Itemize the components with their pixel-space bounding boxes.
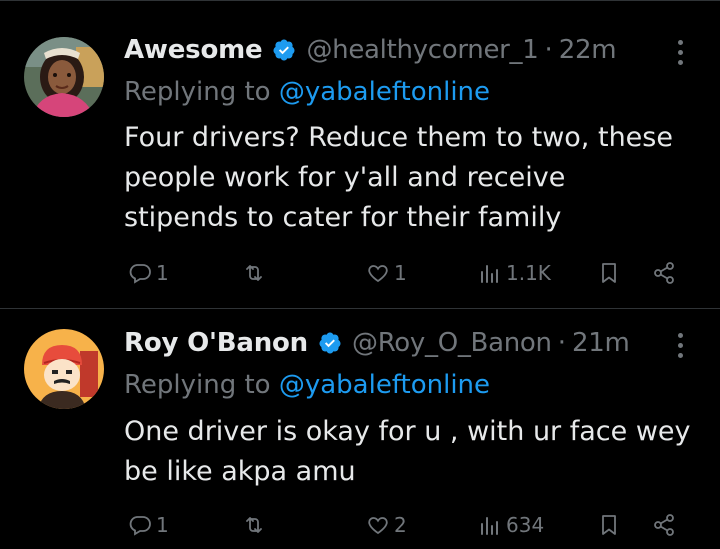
mention-link[interactable]: @yabaleftonline (279, 370, 490, 400)
views-icon (481, 517, 498, 535)
action-bar: 1 2 634 (124, 507, 720, 543)
views-button[interactable]: 1.1K (478, 255, 551, 291)
reply-button[interactable]: 1 (128, 507, 169, 543)
reply-count: 1 (156, 261, 169, 285)
more-icon[interactable] (676, 40, 684, 65)
retweet-button[interactable] (242, 507, 266, 543)
views-icon (481, 265, 498, 283)
mention-link[interactable]: @yabaleftonline (279, 77, 490, 107)
reply-icon (129, 264, 151, 284)
like-button[interactable]: 1 (366, 255, 407, 291)
retweet-icon (246, 265, 262, 281)
reply-tweet[interactable]: Roy O'Banon @Roy_O_Banon · 21m Replying … (0, 309, 720, 549)
action-bar: 1 1 1.1K (124, 255, 720, 291)
tweet-text-line: Four drivers? Reduce them to two, these (124, 122, 673, 153)
user-handle[interactable]: @Roy_O_Banon (352, 328, 552, 358)
reply-count: 1 (156, 513, 169, 537)
like-count: 2 (394, 513, 407, 537)
replying-to: Replying to @yabaleftonline (124, 77, 490, 107)
views-count: 1.1K (506, 261, 551, 285)
share-icon (654, 514, 674, 536)
verified-badge-icon (319, 332, 341, 354)
tweet-text-line: people work for y'all and receive (124, 162, 566, 193)
share-button[interactable] (652, 507, 676, 543)
separator: · (557, 328, 566, 358)
bookmark-button[interactable] (597, 255, 621, 291)
tweet-header: Awesome @healthycorner_1 · 22m (124, 30, 720, 70)
retweet-icon (246, 517, 262, 533)
tweet-header: Roy O'Banon @Roy_O_Banon · 21m (124, 323, 720, 363)
display-name[interactable]: Roy O'Banon (124, 328, 308, 358)
more-icon[interactable] (676, 333, 684, 358)
share-button[interactable] (652, 255, 676, 291)
timestamp[interactable]: 21m (572, 328, 630, 358)
reply-icon (129, 516, 151, 536)
display-name[interactable]: Awesome (124, 35, 263, 65)
replying-prefix: Replying to (124, 370, 271, 400)
retweet-button[interactable] (242, 255, 266, 291)
replying-to: Replying to @yabaleftonline (124, 370, 490, 400)
avatar[interactable] (24, 329, 104, 409)
replying-prefix: Replying to (124, 77, 271, 107)
like-icon (368, 517, 388, 535)
bookmark-icon (602, 515, 616, 535)
tweet-text: Four drivers? Reduce them to two, these … (124, 118, 704, 238)
views-button[interactable]: 634 (478, 507, 544, 543)
reply-tweet[interactable]: Awesome @healthycorner_1 · 22m Replying … (0, 0, 720, 309)
reply-button[interactable]: 1 (128, 255, 169, 291)
tweet-text: One driver is okay for u , with ur face … (124, 412, 704, 492)
bookmark-button[interactable] (597, 507, 621, 543)
views-count: 634 (506, 513, 545, 537)
tweet-text-line: stipends to cater for their family (124, 202, 562, 233)
like-button[interactable]: 2 (366, 507, 407, 543)
tweet-text-line: be like akpa amu (124, 456, 356, 487)
tweet-text-line: One driver is okay for u , with ur face … (124, 416, 691, 447)
bookmark-icon (602, 263, 616, 283)
separator: · (544, 35, 553, 65)
verified-badge-icon (273, 39, 295, 61)
like-count: 1 (394, 261, 407, 285)
share-icon (654, 262, 674, 284)
avatar[interactable] (24, 37, 104, 117)
timestamp[interactable]: 22m (559, 35, 617, 65)
user-handle[interactable]: @healthycorner_1 (306, 35, 538, 65)
like-icon (368, 265, 388, 283)
